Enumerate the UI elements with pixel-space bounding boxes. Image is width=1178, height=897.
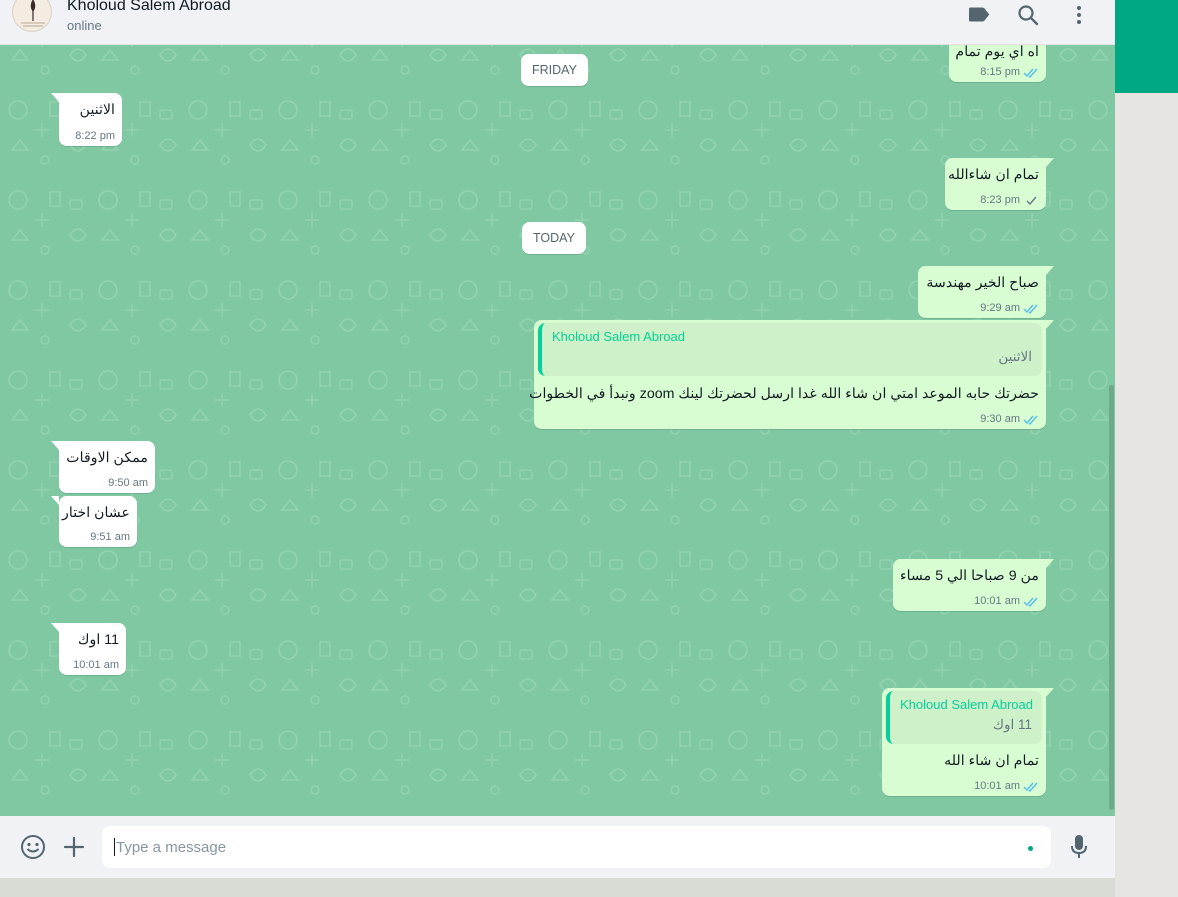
message-bubble-outgoing[interactable]: اه اي يوم تمام 8:15 pm [949, 45, 1046, 82]
label-icon [969, 7, 990, 22]
message-meta: 10:01 am [974, 595, 1039, 607]
message-input[interactable] [102, 826, 1051, 868]
message-bubble-outgoing-reply[interactable]: Kholoud Salem Abroad 11 اوك تمام ان شاء … [882, 688, 1054, 796]
message-time: 8:23 pm [980, 194, 1020, 206]
chat-header: Kholoud Salem Abroad online [0, 0, 1115, 45]
emoji-button[interactable] [18, 832, 48, 862]
read-receipt-icon [1023, 597, 1038, 607]
message-text: ممكن الاوقات [66, 450, 148, 466]
message-text: 11 اوك [77, 632, 119, 648]
message-time: 9:30 am [980, 413, 1020, 425]
side-accent [1115, 0, 1178, 93]
message-bubble-incoming[interactable]: عشان اختار 9:51 am [51, 496, 137, 547]
message-meta: 9:51 am [90, 531, 130, 543]
chat-window: Kholoud Salem Abroad online اه اي يوم تم… [0, 0, 1115, 878]
message-meta: 9:30 am [980, 413, 1039, 425]
read-receipt-icon [1023, 68, 1038, 78]
avatar-image [21, 0, 45, 27]
message-bubble-outgoing[interactable]: من 9 صباحا الي 5 مساء 10:01 am [893, 559, 1054, 611]
message-text: اه اي يوم تمام [955, 45, 1039, 60]
message-time: 9:50 am [108, 477, 148, 489]
attach-button[interactable] [59, 832, 89, 862]
message-list[interactable]: اه اي يوم تمام 8:15 pm FRIDAY الاثنين 8:… [0, 45, 1115, 816]
message-text: صباح الخير مهندسة [926, 275, 1039, 291]
message-meta: 8:22 pm [75, 130, 115, 142]
microphone-icon [1071, 835, 1087, 858]
search-button[interactable] [1015, 2, 1041, 28]
message-bubble-incoming[interactable]: الاثنين 8:22 pm [51, 93, 122, 146]
message-text: عشان اختار [62, 505, 130, 521]
message-text: حضرتك حابه الموعد امتي ان شاء الله غدا ا… [529, 386, 1039, 402]
message-bubble-incoming[interactable]: ممكن الاوقات 9:50 am [51, 441, 155, 493]
quoted-sender: Kholoud Salem Abroad [552, 329, 685, 344]
message-text: تمام ان شاء الله [944, 753, 1039, 769]
message-text: من 9 صباحا الي 5 مساء [900, 568, 1039, 584]
read-receipt-icon [1023, 304, 1038, 314]
search-icon [1018, 5, 1039, 26]
quoted-text: الاثنين [998, 349, 1032, 364]
message-time: 8:15 pm [980, 66, 1020, 78]
avatar[interactable] [12, 0, 52, 32]
message-meta: 9:50 am [108, 477, 148, 489]
message-bubble-incoming[interactable]: 11 اوك 10:01 am [51, 623, 126, 675]
message-bubble-outgoing-reply[interactable]: Kholoud Salem Abroad الاثنين حضرتك حابه … [529, 320, 1054, 429]
contact-name[interactable]: Kholoud Salem Abroad [67, 0, 231, 15]
quoted-text: 11 اوك [992, 717, 1032, 732]
menu-icon [1077, 6, 1081, 24]
bottom-strip [0, 878, 1115, 897]
composer-bar [0, 816, 1115, 878]
menu-button[interactable] [1066, 2, 1092, 28]
date-separator: TODAY [522, 222, 586, 254]
sent-tick-icon [1026, 196, 1037, 205]
emoji-icon [21, 835, 45, 859]
message-meta: 10:01 am [73, 659, 119, 671]
quoted-message[interactable]: Kholoud Salem Abroad الاثنين [538, 323, 1042, 376]
voice-message-button[interactable] [1064, 832, 1094, 862]
side-panel [1115, 0, 1178, 897]
message-time: 9:51 am [90, 531, 130, 543]
text-caret [114, 838, 115, 856]
scrollbar[interactable] [1109, 385, 1114, 810]
message-meta: 9:29 am [980, 302, 1039, 314]
date-separator: FRIDAY [521, 54, 588, 86]
message-bubble-outgoing[interactable]: صباح الخير مهندسة 9:29 am [918, 266, 1054, 318]
message-time: 10:01 am [73, 659, 119, 671]
message-bubble-outgoing[interactable]: تمام ان شاءالله 8:23 pm [945, 158, 1054, 210]
message-meta: 10:01 am [974, 780, 1039, 792]
message-text: الاثنين [79, 102, 115, 118]
message-text: تمام ان شاءالله [948, 167, 1039, 183]
quoted-sender: Kholoud Salem Abroad [900, 697, 1033, 712]
message-meta: 8:23 pm [980, 194, 1039, 206]
message-time: 10:01 am [974, 780, 1020, 792]
plus-icon [63, 836, 85, 858]
quoted-message[interactable]: Kholoud Salem Abroad 11 اوك [886, 691, 1042, 744]
message-time: 10:01 am [974, 595, 1020, 607]
contact-status: online [67, 18, 102, 33]
input-status-dot [1028, 846, 1033, 851]
read-receipt-icon [1023, 415, 1038, 425]
message-time: 9:29 am [980, 302, 1020, 314]
label-button[interactable] [966, 2, 992, 28]
message-time: 8:22 pm [75, 130, 115, 142]
read-receipt-icon [1023, 782, 1038, 792]
message-meta: 8:15 pm [980, 66, 1039, 78]
